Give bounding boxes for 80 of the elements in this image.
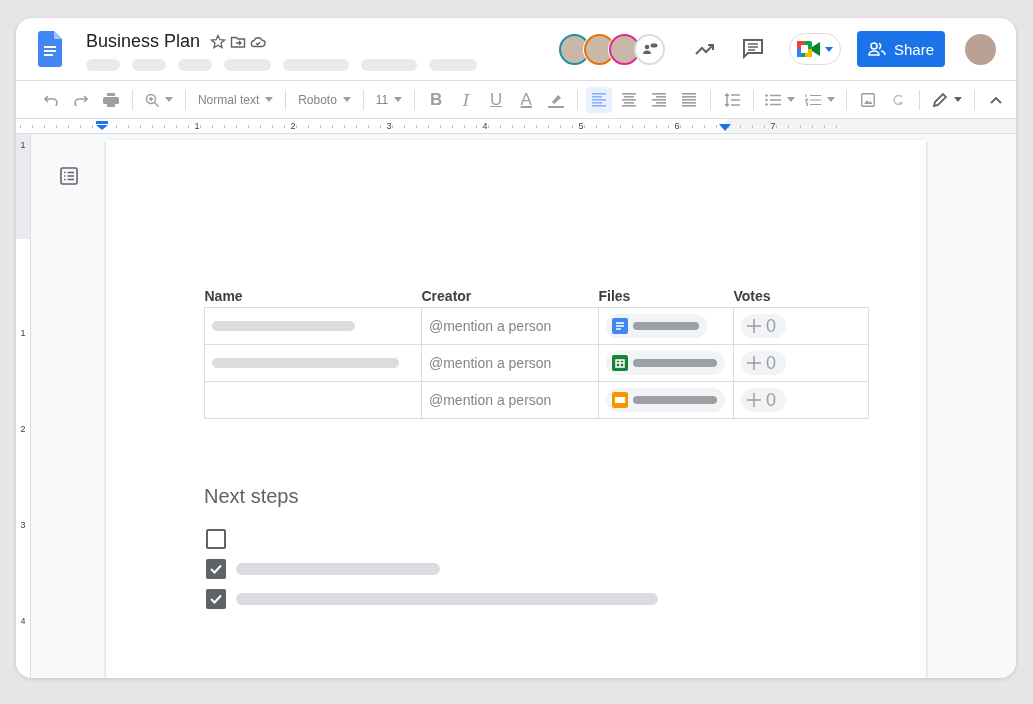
- table-cell: @mention a person: [421, 344, 599, 382]
- chat-avatar-icon[interactable]: [634, 33, 665, 65]
- column-header: Votes: [733, 288, 869, 308]
- sheet-file-icon: [612, 355, 628, 371]
- line-spacing-icon[interactable]: [724, 92, 741, 107]
- font-dropdown[interactable]: Roboto: [294, 86, 355, 113]
- ruler-number: 1: [20, 139, 26, 152]
- ruler-number: 1: [20, 327, 26, 340]
- ruler-number: 6: [673, 120, 681, 133]
- plus-icon: [747, 393, 761, 407]
- style-dropdown[interactable]: Normal text: [193, 86, 278, 113]
- caret-icon: [954, 97, 962, 102]
- person-chat-icon: [641, 43, 658, 55]
- share-button[interactable]: Share: [857, 31, 945, 67]
- caret-icon: [787, 97, 796, 102]
- checkbox[interactable]: [206, 529, 226, 549]
- column-header: Name: [204, 288, 422, 308]
- caret-icon: [265, 97, 274, 102]
- section-heading: Next steps: [204, 485, 300, 508]
- docs-logo-icon: [38, 31, 62, 67]
- checkbox[interactable]: [206, 559, 226, 579]
- ruler-number: 3: [385, 120, 393, 133]
- file-chip[interactable]: [606, 388, 725, 412]
- ruler-number: 4: [20, 615, 26, 628]
- account-avatar[interactable]: [965, 33, 996, 65]
- zoom-in-icon: [145, 92, 159, 107]
- ruler-number: 5: [577, 120, 585, 133]
- ruler-number: 1: [193, 120, 201, 133]
- align-left-icon: [592, 92, 607, 107]
- underline-button[interactable]: U: [483, 86, 510, 113]
- ruler-number: 7: [769, 120, 777, 133]
- bold-button[interactable]: B: [423, 86, 450, 113]
- table-cell: @mention a person: [421, 307, 599, 345]
- plus-icon: [747, 356, 761, 370]
- indent-marker-icon[interactable]: [96, 121, 108, 130]
- plus-icon: [747, 319, 761, 333]
- ruler-number: 4: [481, 120, 489, 133]
- table-cell: @mention a person: [421, 381, 599, 419]
- column-header: Creator: [421, 288, 599, 308]
- image-icon[interactable]: [861, 92, 876, 107]
- vote-chip[interactable]: 0: [741, 351, 786, 375]
- caret-icon: [827, 97, 836, 102]
- ruler-number: 2: [20, 423, 26, 436]
- vote-chip[interactable]: 0: [741, 388, 786, 412]
- checkbox[interactable]: [206, 589, 226, 609]
- outline-icon[interactable]: [59, 167, 78, 185]
- bulleted-list-icon: [765, 93, 782, 106]
- slides-file-icon: [612, 392, 628, 408]
- caret-icon: [342, 97, 351, 102]
- ruler-number: 3: [20, 519, 26, 532]
- star-icon[interactable]: [210, 33, 227, 50]
- check-icon: [210, 594, 222, 604]
- comment-icon[interactable]: [743, 39, 763, 59]
- file-chip[interactable]: [606, 314, 707, 338]
- people-icon: [868, 42, 886, 56]
- color-button[interactable]: A: [513, 86, 540, 113]
- margin-marker-icon[interactable]: [719, 124, 731, 131]
- italic-button[interactable]: I: [453, 86, 480, 113]
- ruler-number: 2: [289, 120, 297, 133]
- doc-file-icon: [612, 318, 628, 334]
- column-header: Files: [598, 288, 734, 308]
- pencil-icon: [932, 91, 949, 108]
- print-icon[interactable]: [103, 92, 119, 107]
- numbered-list-icon: [805, 93, 822, 106]
- font-size-dropdown[interactable]: 11: [371, 86, 407, 113]
- vote-chip[interactable]: 0: [741, 314, 786, 338]
- align-justify-icon: [682, 92, 697, 107]
- align-center-icon: [622, 92, 637, 107]
- caret-icon: [394, 97, 403, 102]
- video-camera-icon: [797, 40, 821, 58]
- caret-icon: [825, 46, 833, 52]
- caret-icon: [164, 97, 173, 102]
- undo-icon[interactable]: [44, 93, 58, 106]
- align-right-icon: [652, 92, 667, 107]
- check-icon: [210, 564, 222, 574]
- redo-icon[interactable]: [74, 93, 88, 106]
- file-chip[interactable]: [606, 351, 725, 375]
- document-title[interactable]: Business Plan: [86, 31, 201, 52]
- chevron-up-icon[interactable]: [990, 95, 1002, 104]
- trending-icon[interactable]: [695, 43, 715, 55]
